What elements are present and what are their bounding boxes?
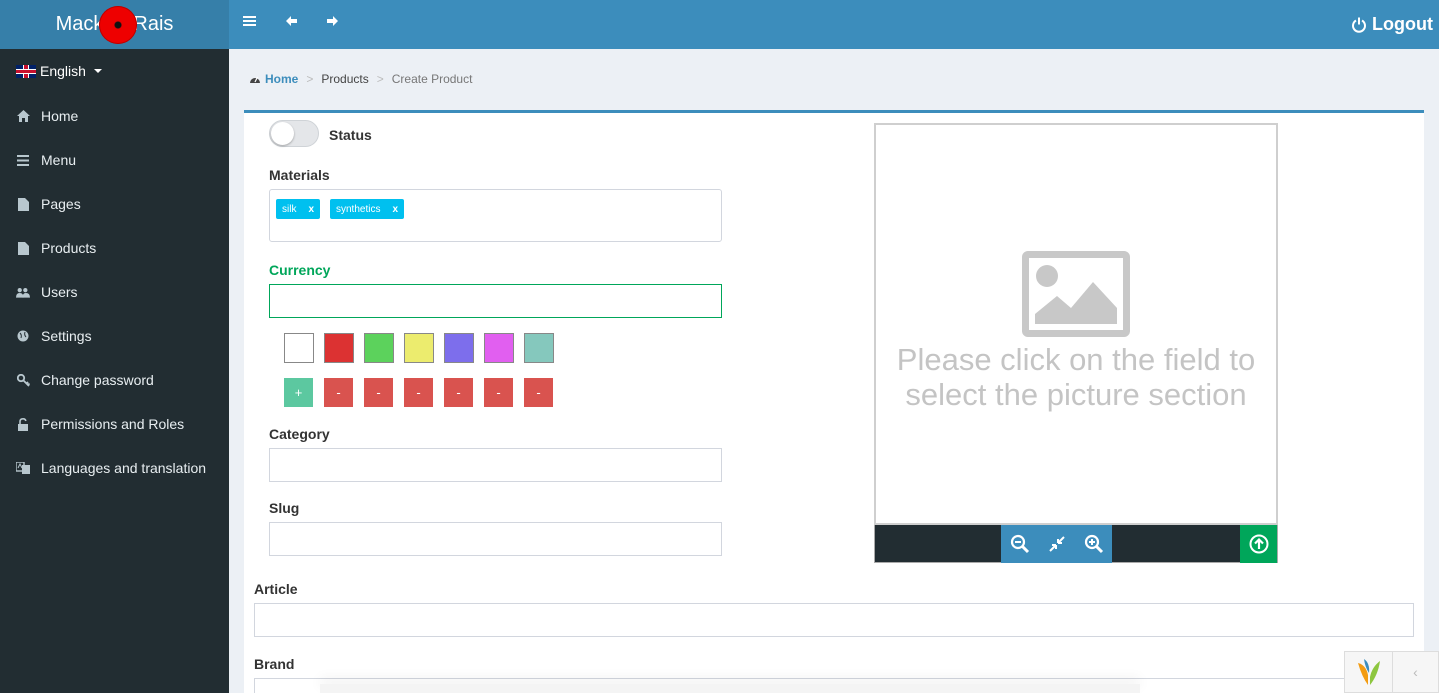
translate-icon: [16, 461, 30, 475]
brand-logo[interactable]: Mack Rais: [0, 0, 229, 49]
top-navbar: Logout: [229, 0, 1439, 49]
sidebar: English Home Menu Pages Products Users S…: [0, 49, 229, 693]
material-tag: synthetics x: [330, 199, 405, 219]
breadcrumb: Home > Products > Create Product: [249, 72, 472, 86]
color-swatch-purple[interactable]: [444, 333, 474, 363]
color-swatch-red[interactable]: [324, 333, 354, 363]
upload-button[interactable]: [1240, 525, 1277, 563]
poppy-icon: [99, 5, 138, 44]
sidebar-item-label: Languages and translation: [41, 460, 207, 476]
materials-tags-input[interactable]: silk x synthetics x: [269, 189, 722, 242]
status-toggle[interactable]: [269, 120, 319, 147]
collapse-chevron-icon[interactable]: ‹: [1393, 664, 1438, 680]
users-icon: [16, 285, 30, 299]
remove-color-button[interactable]: -: [524, 378, 553, 407]
uk-flag-icon: [16, 64, 36, 78]
unlock-icon: [16, 417, 30, 431]
sidebar-item-label: Pages: [41, 196, 81, 212]
sidebar-item-label: Users: [41, 284, 78, 300]
globe-icon: [16, 329, 30, 343]
color-swatch-magenta[interactable]: [484, 333, 514, 363]
sidebar-item-languages-translation[interactable]: Languages and translation: [0, 446, 229, 490]
currency-input[interactable]: [269, 284, 722, 318]
caret-down-icon: [93, 69, 102, 73]
brand-left: Mack: [55, 13, 104, 35]
power-icon: [1352, 17, 1366, 33]
breadcrumb-separator: >: [306, 72, 314, 86]
material-tag-label: silk: [282, 203, 297, 215]
add-color-button[interactable]: +: [284, 378, 313, 407]
currency-label: Currency: [269, 262, 331, 278]
breadcrumb-home[interactable]: Home: [249, 72, 298, 86]
home-icon: [16, 109, 30, 123]
dashboard-icon: [250, 76, 260, 83]
material-tag-label: synthetics: [336, 203, 381, 215]
image-placeholder-icon: [1022, 251, 1130, 337]
sidebar-item-label: Home: [41, 108, 79, 124]
status-label: Status: [329, 127, 372, 143]
sidebar-item-change-password[interactable]: Change password: [0, 358, 229, 402]
sidebar-item-products[interactable]: Products: [0, 226, 229, 270]
sidebar-item-menu[interactable]: Menu: [0, 138, 229, 182]
sidebar-item-settings[interactable]: Settings: [0, 314, 229, 358]
materials-label: Materials: [269, 167, 330, 183]
sidebar-item-label: Permissions and Roles: [41, 416, 185, 432]
material-tag: silk x: [276, 199, 321, 219]
breadcrumb-products[interactable]: Products: [321, 72, 368, 86]
remove-color-button[interactable]: -: [324, 378, 353, 407]
logout-label: Logout: [1372, 14, 1433, 34]
breadcrumb-home-label: Home: [265, 72, 299, 86]
sidebar-item-users[interactable]: Users: [0, 270, 229, 314]
zoom-out-icon: [1010, 534, 1029, 554]
remove-color-button[interactable]: -: [444, 378, 473, 407]
bars-icon: [16, 153, 30, 167]
article-label: Article: [254, 581, 298, 597]
sidebar-item-pages[interactable]: Pages: [0, 182, 229, 226]
breadcrumb-current: Create Product: [391, 72, 473, 86]
upload-icon: [1249, 534, 1268, 554]
category-input[interactable]: [269, 448, 722, 482]
key-icon: [16, 373, 30, 387]
zoom-out-button[interactable]: [1001, 525, 1038, 563]
fit-button[interactable]: [1038, 525, 1075, 563]
remove-tag-button[interactable]: x: [308, 204, 314, 215]
article-input[interactable]: [254, 603, 1414, 637]
brand-label: Brand: [254, 656, 295, 672]
color-swatch-white[interactable]: [284, 333, 314, 363]
remove-color-button[interactable]: -: [364, 378, 393, 407]
slug-input[interactable]: [269, 522, 722, 556]
file-icon: [16, 241, 30, 255]
language-dropdown[interactable]: English: [16, 63, 102, 79]
hamburger-icon[interactable]: [243, 14, 257, 33]
category-label: Category: [269, 426, 330, 442]
language-label: English: [40, 63, 86, 79]
remove-color-button[interactable]: -: [404, 378, 433, 407]
breadcrumb-separator: >: [376, 72, 384, 86]
color-swatch-green[interactable]: [364, 333, 394, 363]
zoom-in-icon: [1084, 534, 1103, 554]
sidebar-item-label: Menu: [41, 152, 77, 168]
picker-placeholder-text: Please click on the field to select the …: [896, 342, 1256, 412]
logout-button[interactable]: Logout: [1351, 14, 1433, 35]
slug-label: Slug: [269, 500, 300, 516]
bottom-shadow: [320, 684, 1140, 693]
sidebar-item-label: Settings: [41, 328, 92, 344]
brand-right: Rais: [133, 13, 174, 35]
remove-color-button[interactable]: -: [484, 378, 513, 407]
back-arrow-icon[interactable]: [285, 14, 299, 33]
debug-toolbar[interactable]: ‹: [1344, 651, 1439, 693]
remove-tag-button[interactable]: x: [392, 204, 398, 215]
sidebar-item-label: Products: [41, 240, 97, 256]
color-swatch-teal[interactable]: [524, 333, 554, 363]
yii-logo-icon: [1345, 651, 1393, 693]
color-swatch-yellow[interactable]: [404, 333, 434, 363]
sidebar-item-permissions-roles[interactable]: Permissions and Roles: [0, 402, 229, 446]
forward-arrow-icon[interactable]: [325, 14, 339, 33]
sidebar-item-label: Change password: [41, 372, 154, 388]
zoom-in-button[interactable]: [1075, 525, 1112, 563]
file-icon: [16, 197, 30, 211]
sidebar-item-home[interactable]: Home: [0, 94, 229, 138]
compress-icon: [1048, 536, 1065, 552]
